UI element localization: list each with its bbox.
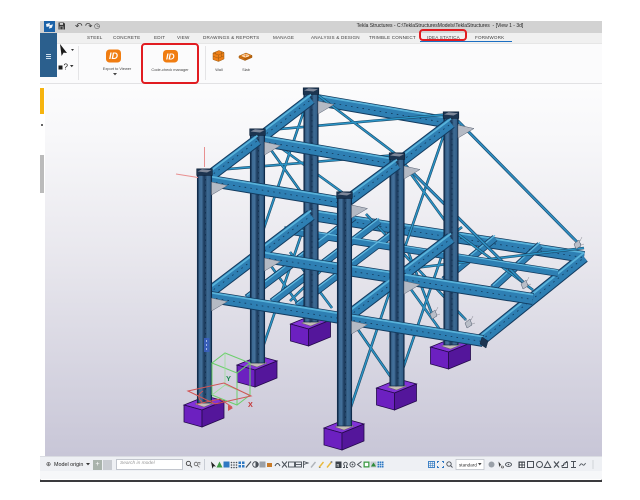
svg-text:Y: Y — [226, 374, 231, 383]
svg-text:standard: standard — [459, 463, 477, 468]
svg-text:ID: ID — [109, 51, 119, 61]
svg-text:?: ? — [64, 63, 69, 72]
svg-text:n: n — [337, 463, 340, 469]
svg-text:X: X — [248, 400, 253, 409]
